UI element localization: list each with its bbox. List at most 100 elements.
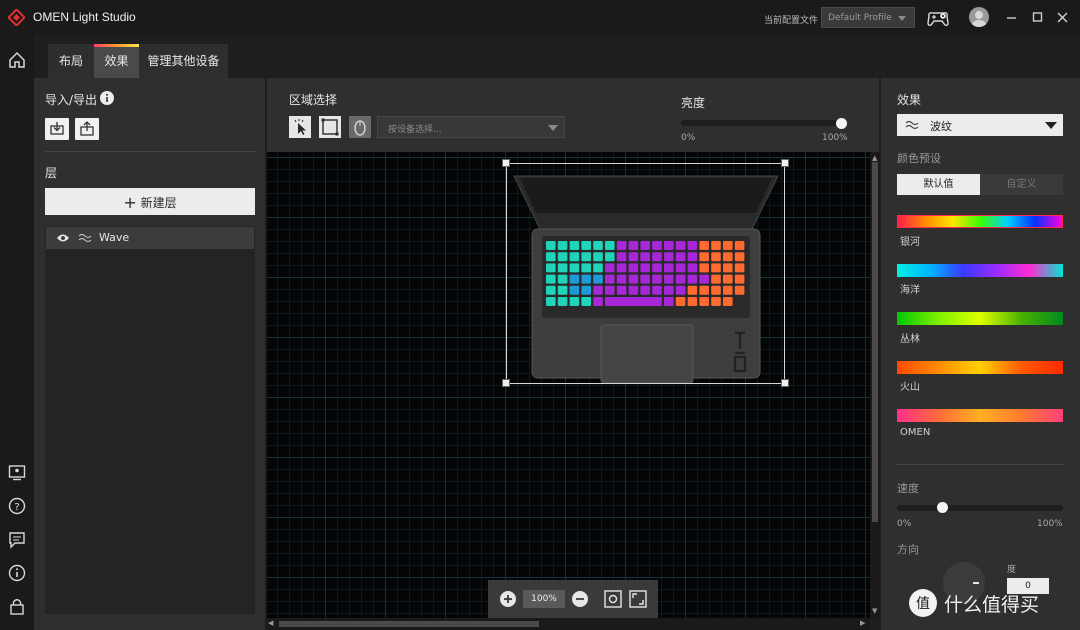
preset-label: 银河	[900, 237, 920, 248]
close-icon[interactable]	[1055, 8, 1071, 26]
zoom-level[interactable]: 100%	[523, 590, 565, 608]
mouse-device-icon	[354, 120, 366, 136]
left-rail: ?	[0, 34, 34, 630]
speed-slider-track[interactable]	[897, 505, 1063, 511]
speed-max-label: 100%	[1037, 519, 1063, 529]
brightness-slider-knob[interactable]	[836, 118, 847, 129]
import-button[interactable]	[45, 118, 69, 140]
preset-tab-default[interactable]: 默认值	[897, 174, 980, 195]
scroll-left-icon[interactable]: ◀	[268, 619, 273, 627]
device-select-button[interactable]	[349, 116, 371, 138]
layer-item[interactable]: Wave	[46, 227, 254, 249]
maximize-icon[interactable]	[1030, 8, 1046, 26]
omen-logo-icon	[8, 9, 25, 26]
import-icon	[50, 122, 64, 135]
gamepad-icon[interactable]	[924, 8, 952, 28]
watermark: 值 什么值得买	[908, 588, 1039, 618]
title-bar: OMEN Light Studio 当前配置文件 Default Profile	[0, 0, 1080, 34]
preset-label: 丛林	[900, 334, 920, 345]
export-icon	[80, 121, 94, 136]
brightness-title: 亮度	[681, 96, 706, 110]
minimize-icon[interactable]	[1004, 8, 1020, 26]
scroll-thumb[interactable]	[279, 621, 539, 627]
marquee-icon	[321, 118, 339, 136]
fullscreen-icon[interactable]	[629, 590, 647, 608]
preset-gradient-galaxy[interactable]	[897, 215, 1063, 228]
scroll-thumb[interactable]	[872, 162, 878, 522]
divider	[897, 464, 1063, 465]
preset-tab-custom[interactable]: 自定义	[980, 174, 1063, 195]
resize-handle[interactable]	[502, 379, 510, 387]
layer-list: Wave	[45, 226, 255, 614]
eye-icon[interactable]	[56, 233, 70, 243]
zone-toolbar: 区域选择 按设备选择... 亮度 0% 100%	[267, 78, 879, 152]
preset-gradient-ocean[interactable]	[897, 264, 1063, 277]
preset-label: OMEN	[900, 427, 931, 438]
plus-icon: +	[123, 193, 137, 212]
zone-title: 区域选择	[289, 93, 338, 107]
direction-title: 方向	[897, 543, 919, 556]
scroll-down-icon[interactable]: ▼	[872, 607, 877, 615]
tab-effects[interactable]: 效果	[94, 44, 139, 78]
tab-layout[interactable]: 布局	[48, 44, 94, 78]
resize-handle[interactable]	[781, 379, 789, 387]
effect-title: 效果	[897, 93, 922, 107]
zoom-in-icon[interactable]	[500, 591, 516, 607]
fit-to-screen-icon[interactable]	[604, 590, 622, 608]
lighting-canvas[interactable]: 100%	[267, 152, 870, 618]
resize-handle[interactable]	[502, 159, 510, 167]
tab-manage-devices[interactable]: 管理其他设备	[139, 44, 228, 78]
scroll-up-icon[interactable]: ▲	[872, 154, 877, 162]
chat-icon[interactable]	[8, 531, 26, 549]
preset-gradient-volcano[interactable]	[897, 361, 1063, 374]
layer-name: Wave	[99, 231, 130, 244]
import-export-title: 导入/导出	[45, 93, 98, 107]
cursor-select-icon	[294, 119, 306, 135]
home-icon[interactable]	[8, 51, 26, 69]
new-layer-label: 新建层	[140, 196, 177, 210]
chevron-down-icon	[1045, 122, 1057, 129]
wave-icon	[905, 120, 919, 130]
device-select-dropdown[interactable]: 按设备选择...	[377, 116, 565, 138]
select-pointer-button[interactable]	[289, 116, 311, 138]
preset-gradient-jungle[interactable]	[897, 312, 1063, 325]
effect-select-value: 波纹	[930, 120, 952, 133]
scroll-right-icon[interactable]: ▶	[860, 619, 865, 627]
resize-handle[interactable]	[781, 159, 789, 167]
info-icon[interactable]	[8, 564, 26, 582]
avatar[interactable]	[969, 7, 989, 27]
app-title: OMEN Light Studio	[33, 10, 136, 24]
smzdm-logo-icon: 值	[909, 589, 937, 617]
feedback-icon[interactable]	[8, 464, 26, 482]
rect-select-button[interactable]	[319, 116, 341, 138]
export-button[interactable]	[75, 118, 99, 140]
degree-label: 度	[1007, 565, 1017, 575]
divider	[45, 151, 255, 152]
user-icon	[972, 11, 986, 27]
horizontal-scrollbar[interactable]: ◀ ▶	[267, 618, 870, 630]
help-icon[interactable]: ?	[8, 497, 26, 515]
chevron-down-icon	[898, 16, 906, 21]
profile-label: 当前配置文件	[764, 16, 819, 26]
preset-gradient-omen[interactable]	[897, 409, 1063, 422]
lock-icon[interactable]	[8, 597, 26, 615]
info-icon[interactable]	[100, 91, 114, 105]
preset-label: 火山	[900, 382, 920, 393]
svg-text:值: 值	[916, 596, 930, 612]
preset-label: 海洋	[900, 285, 920, 296]
zoom-out-icon[interactable]	[572, 591, 588, 607]
wave-icon	[78, 233, 92, 243]
speed-slider-knob[interactable]	[937, 502, 949, 513]
selection-box[interactable]	[506, 163, 785, 384]
new-layer-button[interactable]: + 新建层	[45, 188, 255, 215]
watermark-text: 什么值得买	[944, 593, 1040, 616]
left-panel: 导入/导出 层 + 新建层 Wave	[34, 78, 266, 630]
device-select-placeholder: 按设备选择...	[388, 125, 442, 135]
profile-select[interactable]: Default Profile	[821, 7, 915, 28]
brightness-slider-track[interactable]	[681, 120, 847, 126]
speed-title: 速度	[897, 482, 919, 495]
tab-bar: 布局 效果 管理其他设备	[34, 34, 1080, 78]
effect-panel: 效果 波纹 颜色预设 默认值 自定义 银河 海洋 丛林 火山 OMEN 速度 0…	[881, 78, 1080, 630]
effect-select[interactable]: 波纹	[897, 114, 1063, 136]
vertical-scrollbar[interactable]: ▲ ▼	[870, 152, 880, 618]
